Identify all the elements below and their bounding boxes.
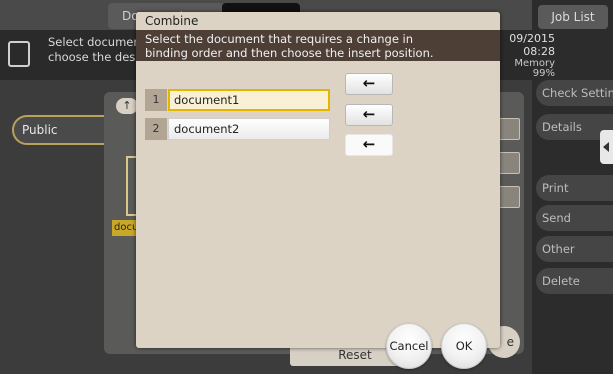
document-number: 2 [145,118,167,140]
dialog-instruction: Select the document that requires a chan… [136,30,500,61]
left-arrow-icon: ← [362,135,376,153]
document-icon [8,41,30,67]
document-thumbnail-label: docu [112,220,138,236]
document-item-1[interactable]: document1 [168,89,330,111]
document-number: 1 [145,89,167,111]
up-folder-icon[interactable]: ↑ [116,98,138,114]
cancel-button[interactable]: Cancel [386,323,432,369]
panel-side-box [498,118,520,140]
document-item-2[interactable]: document2 [168,118,330,140]
panel-collapse-tab[interactable] [600,130,613,164]
date-display: 09/2015 [509,32,555,45]
insert-before-2-button[interactable]: ← [345,104,393,126]
delete-button[interactable]: Delete [536,268,613,294]
insert-after-2-button[interactable]: ← [345,134,393,156]
ok-button[interactable]: OK [441,323,487,369]
print-button[interactable]: Print [536,175,613,201]
job-list-button[interactable]: Job List [538,5,608,29]
panel-side-box [498,152,520,174]
check-setting-button[interactable]: Check Setting [536,80,613,106]
dialog-title: Combine [136,12,500,30]
insert-before-1-button[interactable]: ← [345,73,393,95]
other-button[interactable]: Other [536,236,613,262]
time-display: 08:28 [523,45,555,58]
combine-dialog [136,12,500,348]
send-button[interactable]: Send [536,205,613,231]
background-instruction-text: Select documen choose the desi [48,35,141,64]
left-arrow-icon: ← [362,74,376,92]
panel-side-box [498,186,520,208]
left-arrow-icon: ← [362,105,376,123]
memory-value: 99% [532,68,555,79]
